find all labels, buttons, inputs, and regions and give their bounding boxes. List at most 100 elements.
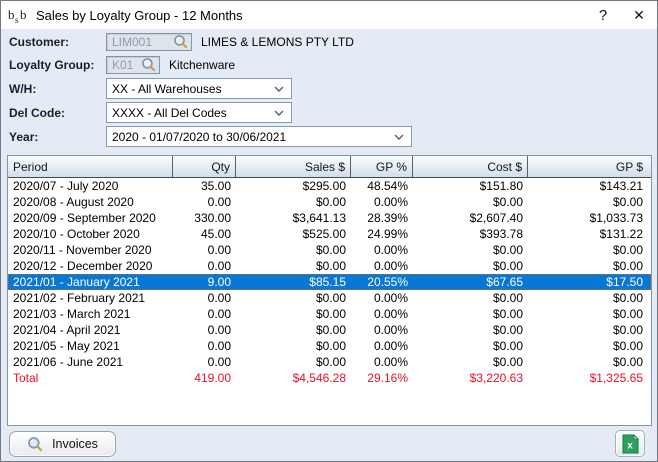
- cell-gp: $17.50: [528, 275, 651, 289]
- chevron-down-icon: [394, 134, 404, 140]
- loyalty-group-name: Kitchenware: [169, 58, 235, 72]
- cell-gp-pct: 0.00%: [351, 195, 413, 209]
- cell-cost: $0.00: [413, 307, 528, 321]
- column-header-cost[interactable]: Cost $: [413, 156, 528, 177]
- total-qty: 419.00: [173, 371, 236, 385]
- cell-cost: $67.65: [413, 275, 528, 289]
- chevron-down-icon: [274, 110, 284, 116]
- total-label: Total: [8, 371, 173, 385]
- loyalty-group-code-field[interactable]: K01: [106, 56, 160, 74]
- cell-cost: $0.00: [413, 339, 528, 353]
- cell-qty: 0.00: [173, 355, 236, 369]
- table-row[interactable]: 2021/03 - March 2021 0.00 $0.00 0.00% $0…: [8, 306, 651, 322]
- cell-qty: 9.00: [173, 275, 236, 289]
- cell-gp-pct: 0.00%: [351, 291, 413, 305]
- total-row: Total 419.00 $4,546.28 29.16% $3,220.63 …: [8, 370, 651, 386]
- help-button[interactable]: ?: [585, 1, 621, 29]
- cell-period: 2020/12 - December 2020: [8, 259, 173, 273]
- sales-table: Period Qty Sales $ GP % Cost $ GP $ 2020…: [7, 155, 652, 426]
- cell-gp: $0.00: [528, 243, 651, 257]
- cell-cost: $2,607.40: [413, 211, 528, 225]
- cell-period: 2020/09 - September 2020: [8, 211, 173, 225]
- cell-period: 2021/02 - February 2021: [8, 291, 173, 305]
- export-excel-button[interactable]: x: [615, 430, 645, 457]
- close-button[interactable]: ✕: [621, 1, 657, 29]
- table-row[interactable]: 2020/07 - July 2020 35.00 $295.00 48.54%…: [8, 178, 651, 194]
- cell-qty: 0.00: [173, 291, 236, 305]
- cell-period: 2021/04 - April 2021: [8, 323, 173, 337]
- table-row[interactable]: 2021/01 - January 2021 9.00 $85.15 20.55…: [8, 274, 651, 290]
- cell-gp: $131.22: [528, 227, 651, 241]
- column-header-period[interactable]: Period: [8, 156, 173, 177]
- cell-sales: $85.15: [236, 275, 351, 289]
- cell-qty: 0.00: [173, 195, 236, 209]
- table-row[interactable]: 2020/12 - December 2020 0.00 $0.00 0.00%…: [8, 258, 651, 274]
- cell-period: 2021/01 - January 2021: [8, 275, 173, 289]
- cell-sales: $295.00: [236, 179, 351, 193]
- table-header: Period Qty Sales $ GP % Cost $ GP $: [8, 156, 651, 178]
- svg-text:b: b: [8, 7, 15, 22]
- cell-sales: $0.00: [236, 307, 351, 321]
- cell-period: 2020/08 - August 2020: [8, 195, 173, 209]
- table-row[interactable]: 2020/08 - August 2020 0.00 $0.00 0.00% $…: [8, 194, 651, 210]
- cell-cost: $0.00: [413, 323, 528, 337]
- cell-cost: $151.80: [413, 179, 528, 193]
- customer-code-field[interactable]: LIM001: [106, 33, 192, 51]
- magnifier-icon: [27, 436, 43, 452]
- cell-qty: 0.00: [173, 307, 236, 321]
- cell-sales: $3,641.13: [236, 211, 351, 225]
- table-row[interactable]: 2020/10 - October 2020 45.00 $525.00 24.…: [8, 226, 651, 242]
- table-row[interactable]: 2021/02 - February 2021 0.00 $0.00 0.00%…: [8, 290, 651, 306]
- cell-sales: $0.00: [236, 355, 351, 369]
- cell-gp-pct: 0.00%: [351, 243, 413, 257]
- total-gp: $1,325.65: [528, 371, 651, 385]
- cell-sales: $0.00: [236, 323, 351, 337]
- column-header-sales[interactable]: Sales $: [236, 156, 351, 177]
- cell-gp-pct: 0.00%: [351, 323, 413, 337]
- cell-gp-pct: 0.00%: [351, 307, 413, 321]
- year-select[interactable]: 2020 - 01/07/2020 to 30/06/2021: [106, 126, 412, 147]
- cell-qty: 330.00: [173, 211, 236, 225]
- cell-gp: $0.00: [528, 259, 651, 273]
- table-row[interactable]: 2021/06 - June 2021 0.00 $0.00 0.00% $0.…: [8, 354, 651, 370]
- warehouse-select[interactable]: XX - All Warehouses: [106, 78, 292, 99]
- titlebar: b s b Sales by Loyalty Group - 12 Months…: [1, 1, 657, 29]
- magnifier-icon[interactable]: [173, 34, 188, 49]
- table-body: 2020/07 - July 2020 35.00 $295.00 48.54%…: [8, 178, 651, 370]
- total-sales: $4,546.28: [236, 371, 351, 385]
- table-row[interactable]: 2020/09 - September 2020 330.00 $3,641.1…: [8, 210, 651, 226]
- del-code-row: Del Code: XXXX - All Del Codes: [9, 102, 292, 123]
- cell-gp-pct: 24.99%: [351, 227, 413, 241]
- cell-gp-pct: 0.00%: [351, 339, 413, 353]
- cell-gp: $0.00: [528, 323, 651, 337]
- warehouse-row: W/H: XX - All Warehouses: [9, 78, 292, 99]
- cell-gp-pct: 28.39%: [351, 211, 413, 225]
- app-icon: b s b: [8, 7, 30, 24]
- table-row[interactable]: 2021/05 - May 2021 0.00 $0.00 0.00% $0.0…: [8, 338, 651, 354]
- cell-qty: 0.00: [173, 243, 236, 257]
- cell-gp: $0.00: [528, 307, 651, 321]
- column-header-gp-pct[interactable]: GP %: [351, 156, 413, 177]
- cell-qty: 0.00: [173, 323, 236, 337]
- column-header-gp[interactable]: GP $: [528, 156, 651, 177]
- cell-gp: $0.00: [528, 195, 651, 209]
- table-row[interactable]: 2021/04 - April 2021 0.00 $0.00 0.00% $0…: [8, 322, 651, 338]
- invoices-button[interactable]: Invoices: [9, 431, 116, 457]
- cell-gp: $143.21: [528, 179, 651, 193]
- cell-cost: $393.78: [413, 227, 528, 241]
- year-row: Year: 2020 - 01/07/2020 to 30/06/2021: [9, 126, 412, 147]
- cell-gp: $1,033.73: [528, 211, 651, 225]
- customer-name: LIMES & LEMONS PTY LTD: [201, 35, 354, 49]
- del-code-select-value: XXXX - All Del Codes: [112, 106, 227, 120]
- magnifier-icon[interactable]: [141, 57, 156, 72]
- cell-sales: $0.00: [236, 259, 351, 273]
- warehouse-select-value: XX - All Warehouses: [112, 82, 222, 96]
- cell-qty: 45.00: [173, 227, 236, 241]
- cell-qty: 0.00: [173, 259, 236, 273]
- cell-gp: $0.00: [528, 291, 651, 305]
- table-row[interactable]: 2020/11 - November 2020 0.00 $0.00 0.00%…: [8, 242, 651, 258]
- del-code-select[interactable]: XXXX - All Del Codes: [106, 102, 292, 123]
- loyalty-group-row: Loyalty Group: K01 Kitchenware: [9, 54, 235, 75]
- cell-period: 2021/05 - May 2021: [8, 339, 173, 353]
- column-header-qty[interactable]: Qty: [173, 156, 236, 177]
